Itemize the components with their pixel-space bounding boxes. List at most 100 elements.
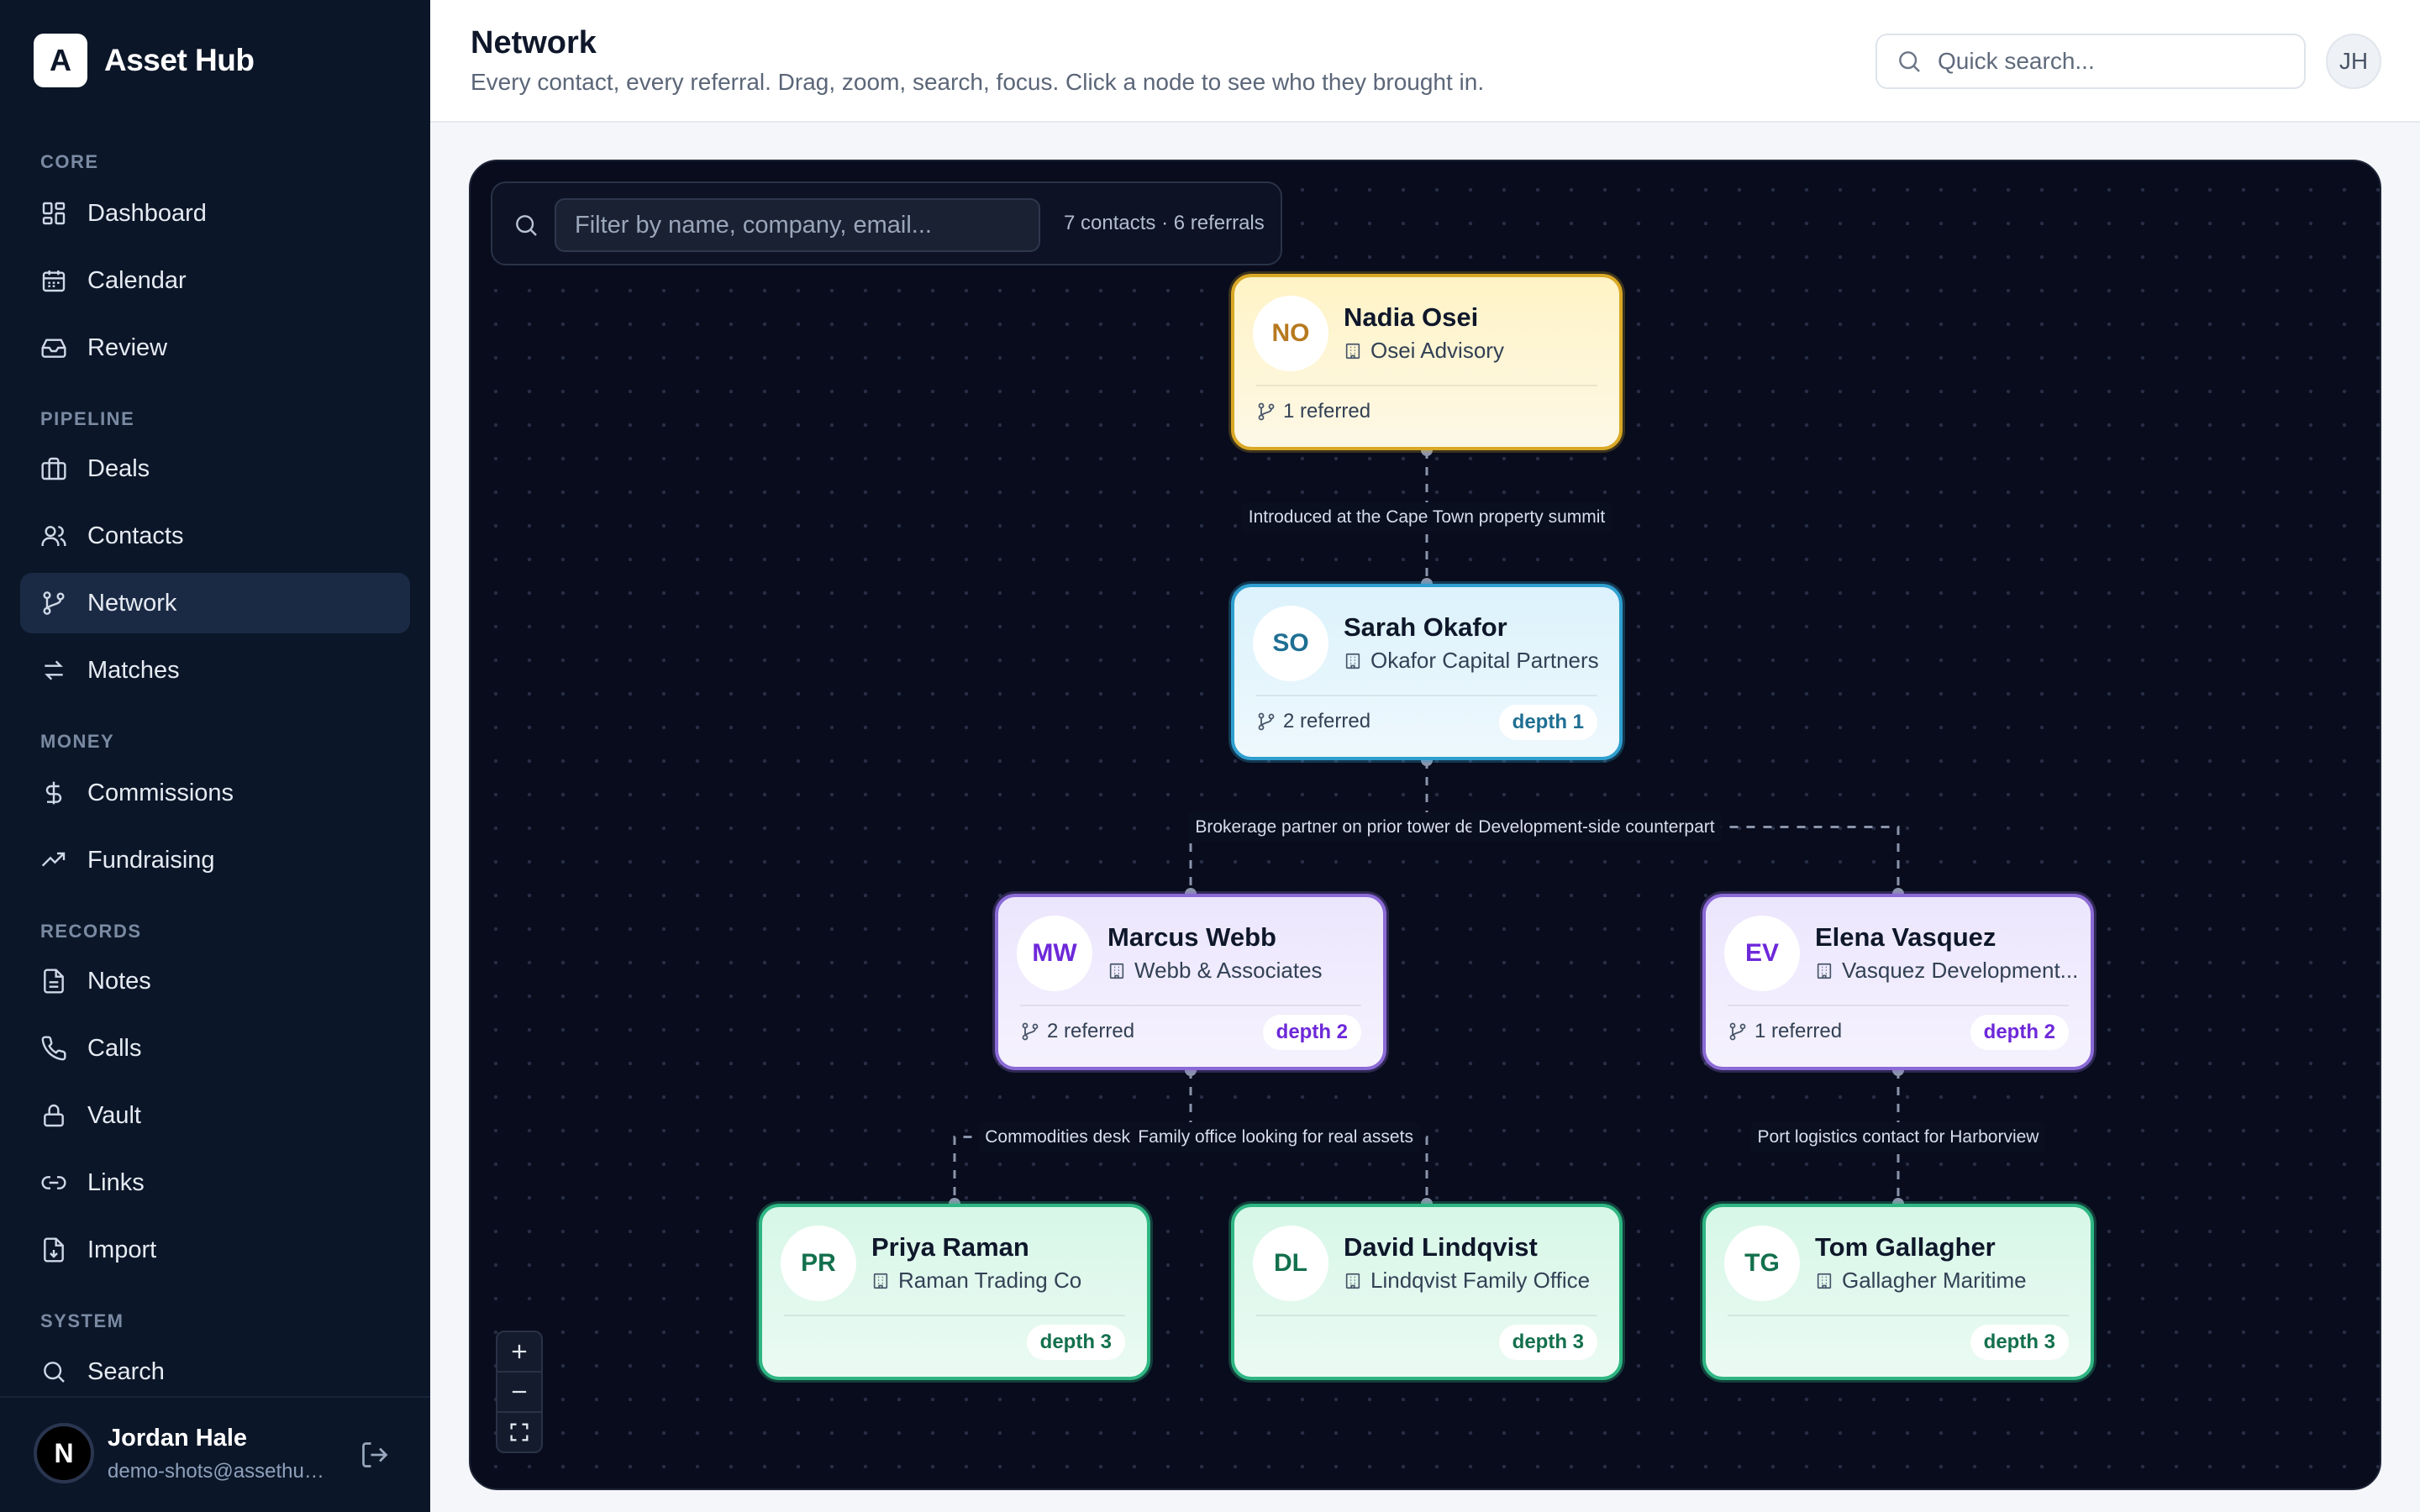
sidebar-item-search[interactable]: Search xyxy=(20,1342,410,1401)
edge-label: Family office looking for real assets xyxy=(1131,1121,1420,1152)
contact-avatar: MW xyxy=(1017,916,1092,991)
contact-name: Sarah Okafor xyxy=(1344,612,1507,642)
brand[interactable]: A Asset Hub xyxy=(34,34,255,87)
company-name: Osei Advisory xyxy=(1370,338,1504,363)
company-name: Gallagher Maritime xyxy=(1842,1268,2027,1293)
sidebar-item-label: Review xyxy=(87,333,168,361)
quick-search-placeholder: Quick search... xyxy=(1938,48,2095,74)
lock-icon xyxy=(44,1104,64,1127)
depth-badge: depth 2 xyxy=(1970,1015,2069,1050)
user-name: Jordan Hale xyxy=(108,1425,247,1452)
branch-icon xyxy=(1258,402,1275,421)
divider xyxy=(1256,695,1597,696)
sidebar-item-commissions[interactable]: Commissions xyxy=(20,763,410,823)
divider xyxy=(1256,385,1597,386)
section-label-records: RECORDS xyxy=(40,921,142,942)
branch-icon xyxy=(1022,1022,1039,1041)
dashboard-icon xyxy=(42,202,66,225)
contact-node[interactable]: MW Marcus Webb Webb & Associates 2 referred… xyxy=(995,894,1386,1070)
filter-input[interactable] xyxy=(555,198,1040,252)
referred-label: 2 referred xyxy=(1283,710,1371,732)
depth-badge: depth 2 xyxy=(1262,1015,1361,1050)
contact-node[interactable]: DL David Lindqvist Lindqvist Family Office… xyxy=(1231,1204,1623,1380)
page-subtitle: Every contact, every referral. Drag, zoo… xyxy=(471,69,1485,95)
contact-avatar: EV xyxy=(1724,916,1800,991)
company-name: Okafor Capital Partners xyxy=(1370,648,1599,673)
depth-badge: depth 1 xyxy=(1498,705,1597,740)
page-header: Network Every contact, every referral. D… xyxy=(430,0,2420,123)
zoom-in-button[interactable] xyxy=(496,1331,543,1373)
zoom-out-button[interactable] xyxy=(496,1371,543,1413)
building-icon xyxy=(1345,1273,1360,1289)
referred-label: 1 referred xyxy=(1283,400,1371,423)
referred-count: 2 referred xyxy=(1020,1020,1134,1043)
sidebar-item-fundraising[interactable]: Fundraising xyxy=(20,830,410,890)
sidebar-item-calls[interactable]: Calls xyxy=(20,1018,410,1079)
contact-name: David Lindqvist xyxy=(1344,1232,1538,1262)
building-icon xyxy=(1109,963,1124,979)
sidebar-item-label: Fundraising xyxy=(87,846,215,874)
dollar-icon xyxy=(45,781,62,805)
avatar[interactable]: N xyxy=(34,1423,94,1483)
company-name: Vasquez Development... xyxy=(1842,958,2079,983)
contact-avatar: NO xyxy=(1253,296,1328,371)
sidebar-item-label: Dashboard xyxy=(87,199,207,227)
sidebar-item-notes[interactable]: Notes xyxy=(20,951,410,1011)
contact-company: Vasquez Development... xyxy=(1815,958,2084,984)
company-name: Webb & Associates xyxy=(1134,958,1323,983)
referred-count: 1 referred xyxy=(1728,1020,1842,1043)
contact-company: Raman Trading Co xyxy=(871,1268,1140,1294)
search-icon xyxy=(516,215,537,236)
edge-label: Introduced at the Cape Town property sum… xyxy=(1241,501,1612,533)
depth-badge: depth 3 xyxy=(1498,1325,1597,1360)
avatar[interactable]: JH xyxy=(2326,34,2381,89)
fit-view-icon xyxy=(510,1423,529,1441)
sidebar-item-contacts[interactable]: Contacts xyxy=(20,506,410,566)
contact-node[interactable]: EV Elena Vasquez Vasquez Development... 1 r… xyxy=(1702,894,2094,1070)
sidebar-item-label: Calendar xyxy=(87,266,187,294)
depth-badge: depth 3 xyxy=(1026,1325,1125,1360)
company-name: Lindqvist Family Office xyxy=(1370,1268,1591,1293)
trend-up-icon xyxy=(41,852,66,867)
divider xyxy=(1256,1315,1597,1316)
quick-search-input[interactable]: Quick search... xyxy=(1876,34,2306,89)
sidebar-item-calendar[interactable]: Calendar xyxy=(20,250,410,311)
sidebar-item-vault[interactable]: Vault xyxy=(20,1085,410,1146)
network-canvas[interactable]: 7 contacts · 6 referrals Introduced at t… xyxy=(469,160,2381,1490)
sidebar-item-label: Vault xyxy=(87,1101,141,1129)
sidebar-item-review[interactable]: Review xyxy=(20,318,410,378)
sidebar-item-network[interactable]: Network xyxy=(20,573,410,633)
section-label-system: SYSTEM xyxy=(40,1310,124,1331)
contact-node[interactable]: NO Nadia Osei Osei Advisory 1 referred xyxy=(1231,274,1623,450)
edge-label: Brokerage partner on prior tower deal xyxy=(1188,811,1496,843)
calendar-icon xyxy=(42,270,66,292)
sidebar-item-deals[interactable]: Deals xyxy=(20,438,410,499)
contact-avatar: DL xyxy=(1253,1226,1328,1301)
logout-icon[interactable] xyxy=(360,1440,390,1470)
contact-node[interactable]: TG Tom Gallagher Gallagher Maritime depth 3 xyxy=(1702,1204,2094,1380)
branch-icon xyxy=(1258,712,1275,731)
sidebar-item-label: Notes xyxy=(87,967,151,995)
contact-node[interactable]: SO Sarah Okafor Okafor Capital Partners 2 r… xyxy=(1231,584,1623,760)
user-email: demo-shots@assethub.app xyxy=(108,1460,334,1483)
swap-icon xyxy=(45,660,63,680)
fit-view-button[interactable] xyxy=(496,1411,543,1453)
contact-node[interactable]: PR Priya Raman Raman Trading Co depth 3 xyxy=(759,1204,1150,1380)
brand-name: Asset Hub xyxy=(104,43,255,77)
graph-stats: 7 contacts · 6 referrals xyxy=(1064,212,1265,234)
zoom-in-icon xyxy=(512,1344,527,1359)
sidebar-item-links[interactable]: Links xyxy=(20,1152,410,1213)
sidebar-item-dashboard[interactable]: Dashboard xyxy=(20,183,410,244)
section-label-money: MONEY xyxy=(40,731,115,752)
building-icon xyxy=(1345,653,1360,669)
search-icon xyxy=(1899,51,1920,72)
section-label-pipeline: PIPELINE xyxy=(40,408,135,429)
section-label-core: CORE xyxy=(40,151,99,172)
brand-logo: A xyxy=(34,34,87,87)
referred-count: 1 referred xyxy=(1256,400,1370,423)
users-icon xyxy=(41,526,66,546)
contact-company: Gallagher Maritime xyxy=(1815,1268,2084,1294)
sidebar-item-matches[interactable]: Matches xyxy=(20,640,410,701)
sidebar-item-import[interactable]: Import xyxy=(20,1220,410,1280)
search-icon xyxy=(44,1362,65,1383)
